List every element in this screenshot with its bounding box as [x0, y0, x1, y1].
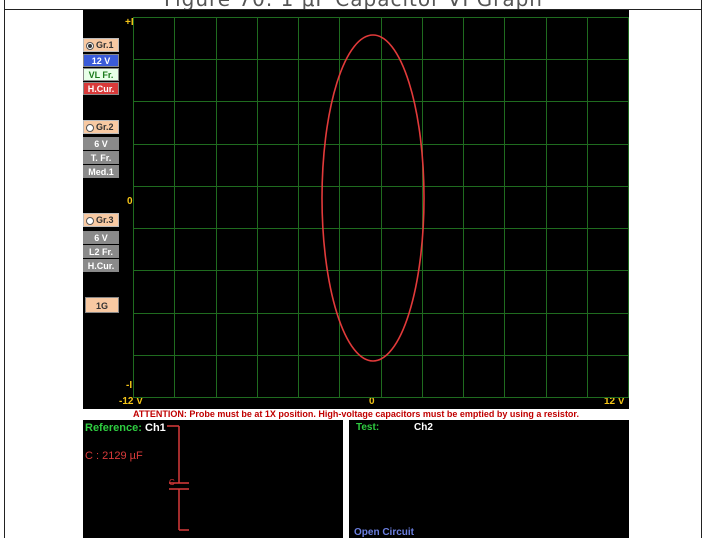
vi-trace-ellipse	[321, 34, 425, 362]
group3-frequency-button[interactable]: L2 Fr.	[83, 245, 119, 258]
group2-label: Gr.2	[96, 122, 114, 132]
reference-panel: Reference: Ch1 C : 2129 µF C	[83, 420, 343, 538]
document-frame-left	[4, 0, 5, 538]
group1-label: Gr.1	[96, 40, 114, 50]
reference-capacitance: C : 2129 µF	[85, 450, 143, 462]
probe-warning: ATTENTION: Probe must be at 1X position.…	[83, 409, 629, 420]
document-frame-right	[701, 0, 702, 538]
group3-current-button[interactable]: H.Cur.	[83, 259, 119, 272]
group1-current-button[interactable]: H.Cur.	[83, 82, 119, 95]
vi-tester-app: Gr.1 12 V VL Fr. H.Cur. Gr.2 6 V T. Fr. …	[83, 10, 629, 538]
radio-unselected-icon	[86, 123, 94, 132]
group2-voltage-button[interactable]: 6 V	[83, 137, 119, 150]
test-status: Open Circuit	[354, 527, 415, 538]
y-axis-mid-label: 0	[127, 196, 133, 207]
reference-label: Reference:	[85, 422, 142, 434]
plot-grid	[133, 17, 629, 398]
y-axis-bottom-label: -I	[126, 380, 133, 391]
group2-frequency-button[interactable]: T. Fr.	[83, 151, 119, 164]
one-g-button[interactable]: 1G	[85, 297, 119, 313]
group3-radio[interactable]: Gr.3	[83, 213, 119, 227]
test-channel: Ch2	[414, 422, 433, 433]
group1-frequency-button[interactable]: VL Fr.	[83, 68, 119, 81]
group3-voltage-button[interactable]: 6 V	[83, 231, 119, 244]
reference-channel: Ch1	[145, 422, 166, 434]
group2-radio[interactable]: Gr.2	[83, 120, 119, 134]
capacitor-symbol-label: C	[169, 478, 175, 487]
vi-curve-svg	[133, 17, 629, 398]
test-label: Test:	[356, 422, 380, 433]
reference-schematic	[167, 425, 189, 531]
group3-label: Gr.3	[96, 215, 114, 225]
radio-unselected-icon	[86, 216, 94, 225]
group2-current-button[interactable]: Med.1	[83, 165, 119, 178]
vi-curve-plot	[133, 17, 629, 398]
group1-voltage-button[interactable]: 12 V	[83, 54, 119, 67]
group1-radio[interactable]: Gr.1	[83, 38, 119, 52]
radio-selected-icon	[86, 41, 94, 50]
test-panel: Test: Ch2 Open Circuit	[349, 420, 629, 538]
